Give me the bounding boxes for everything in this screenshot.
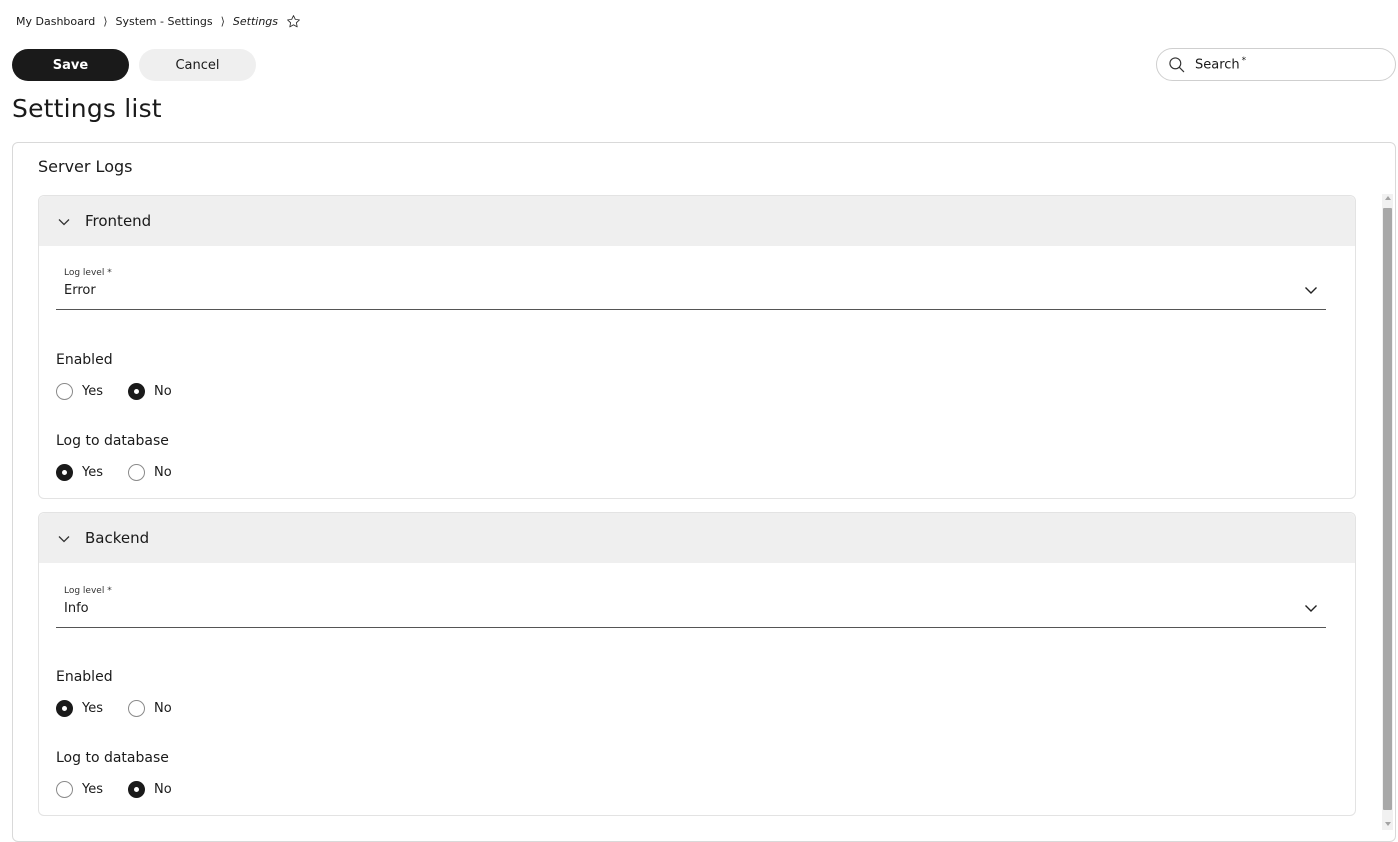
required-mark: * <box>107 586 112 596</box>
server-logs-card: Server Logs Frontend Log level * Error E… <box>12 142 1396 842</box>
chevron-down-icon <box>57 214 71 228</box>
log-to-database-radio-group: Yes No <box>56 781 200 798</box>
save-button[interactable]: Save <box>12 49 129 81</box>
log-level-value: Info <box>64 601 89 616</box>
log-level-label: Log level * <box>64 586 112 596</box>
scroll-down-arrow-icon[interactable] <box>1385 822 1391 826</box>
section-frontend: Frontend Log level * Error Enabled Yes N… <box>38 195 1356 499</box>
breadcrumb-current: Settings <box>232 14 279 28</box>
radio-label: Yes <box>82 465 103 480</box>
radio-button-selected[interactable] <box>128 383 145 400</box>
log-to-database-label: Log to database <box>56 750 169 766</box>
section-backend: Backend Log level * Info Enabled Yes No … <box>38 512 1356 816</box>
log-level-label: Log level * <box>64 268 112 278</box>
radio-button-selected[interactable] <box>56 464 73 481</box>
radio-button[interactable] <box>128 464 145 481</box>
log-db-yes-option[interactable]: Yes <box>56 781 128 798</box>
radio-label: No <box>154 701 172 716</box>
log-db-no-option[interactable]: No <box>128 464 200 481</box>
log-level-value: Error <box>64 283 96 298</box>
enabled-no-option[interactable]: No <box>128 383 200 400</box>
search-label: Search * <box>1195 56 1247 73</box>
scrollbar-thumb[interactable] <box>1383 208 1392 810</box>
radio-label: Yes <box>82 782 103 797</box>
chevron-down-icon <box>57 531 71 545</box>
radio-button[interactable] <box>56 383 73 400</box>
radio-label: Yes <box>82 701 103 716</box>
enabled-label: Enabled <box>56 352 113 368</box>
enabled-yes-option[interactable]: Yes <box>56 383 128 400</box>
page-title: Settings list <box>12 94 162 123</box>
radio-label: Yes <box>82 384 103 399</box>
search-input[interactable]: Search * <box>1156 48 1396 81</box>
vertical-scrollbar[interactable] <box>1382 194 1393 830</box>
favorite-star-icon[interactable] <box>286 14 301 29</box>
section-title: Frontend <box>85 212 152 230</box>
section-header-backend[interactable]: Backend <box>39 513 1355 563</box>
enabled-yes-option[interactable]: Yes <box>56 700 128 717</box>
log-level-select[interactable]: Log level * Info <box>56 580 1326 628</box>
enabled-radio-group: Yes No <box>56 383 200 400</box>
enabled-no-option[interactable]: No <box>128 700 200 717</box>
radio-button-selected[interactable] <box>56 700 73 717</box>
log-db-no-option[interactable]: No <box>128 781 200 798</box>
cancel-button[interactable]: Cancel <box>139 49 256 81</box>
breadcrumb-item-dashboard[interactable]: My Dashboard <box>16 15 95 28</box>
breadcrumb-item-system-settings[interactable]: System - Settings <box>115 15 212 28</box>
radio-button[interactable] <box>56 781 73 798</box>
section-header-frontend[interactable]: Frontend <box>39 196 1355 246</box>
required-mark: * <box>107 268 112 278</box>
enabled-label: Enabled <box>56 669 113 685</box>
chevron-down-icon <box>1304 282 1318 296</box>
log-to-database-radio-group: Yes No <box>56 464 200 481</box>
chevron-down-icon <box>1304 600 1318 614</box>
breadcrumb: My Dashboard ⟩ System - Settings ⟩ Setti… <box>16 12 301 30</box>
log-db-yes-option[interactable]: Yes <box>56 464 128 481</box>
radio-label: No <box>154 465 172 480</box>
scroll-up-arrow-icon[interactable] <box>1385 196 1391 200</box>
radio-label: No <box>154 384 172 399</box>
section-title: Backend <box>85 529 150 547</box>
breadcrumb-separator: ⟩ <box>220 14 225 28</box>
radio-label: No <box>154 782 172 797</box>
search-icon <box>1167 55 1187 75</box>
required-mark: * <box>1241 56 1247 67</box>
log-level-select[interactable]: Log level * Error <box>56 262 1326 310</box>
card-title: Server Logs <box>38 157 133 176</box>
enabled-radio-group: Yes No <box>56 700 200 717</box>
breadcrumb-separator: ⟩ <box>103 14 108 28</box>
radio-button[interactable] <box>128 700 145 717</box>
radio-button-selected[interactable] <box>128 781 145 798</box>
log-to-database-label: Log to database <box>56 433 169 449</box>
